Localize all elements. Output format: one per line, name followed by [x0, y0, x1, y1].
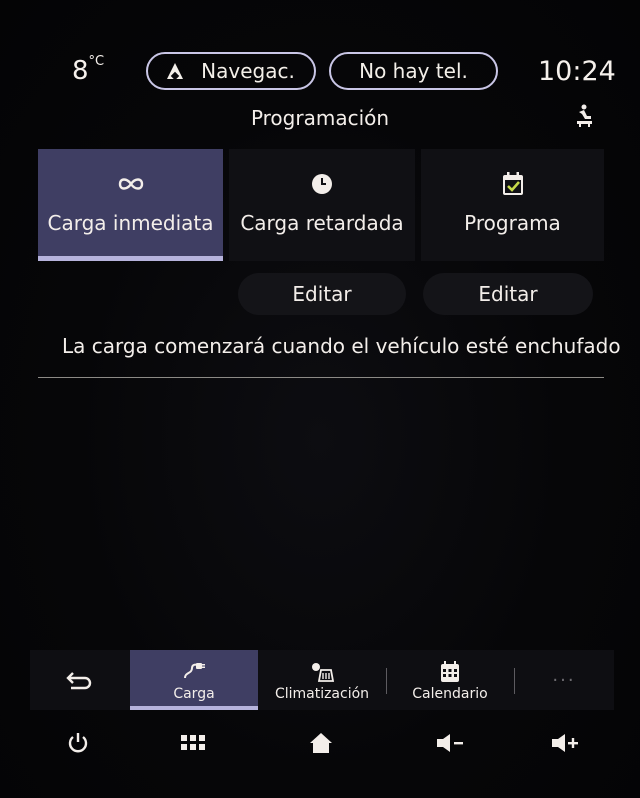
apps-grid-icon: [181, 735, 205, 750]
tab-separator: [386, 668, 387, 694]
mode-label: Programa: [464, 211, 561, 235]
power-button[interactable]: [58, 726, 98, 760]
power-icon: [68, 733, 88, 753]
volume-up-button[interactable]: [545, 726, 585, 760]
edit-carga-retardada-button[interactable]: Editar: [238, 273, 406, 315]
tab-carga[interactable]: Carga: [130, 650, 258, 710]
calendar-icon: [440, 661, 460, 683]
clock-icon: [310, 171, 334, 197]
page-title: Programación: [250, 106, 390, 130]
info-message: La carga comenzará cuando el vehículo es…: [62, 334, 621, 358]
more-icon: ···: [552, 669, 576, 691]
tab-label: Climatización: [274, 686, 370, 702]
back-button[interactable]: [30, 650, 128, 710]
tab-climatizacion[interactable]: Climatización: [258, 650, 386, 710]
tab-calendario[interactable]: Calendario: [386, 650, 514, 710]
volume-down-icon: [437, 734, 463, 752]
home-icon: [310, 733, 332, 753]
phone-status-label: No hay tel.: [359, 59, 468, 83]
phone-status-button[interactable]: No hay tel.: [329, 52, 498, 90]
driver-seat-icon[interactable]: [575, 104, 593, 128]
mode-carga-retardada[interactable]: Carga retardada: [229, 149, 415, 261]
apps-button[interactable]: [173, 726, 213, 760]
mode-label: Carga inmediata: [47, 211, 214, 235]
edit-programa-button[interactable]: Editar: [423, 273, 593, 315]
volume-up-icon: [552, 734, 578, 752]
clock: 10:24: [538, 56, 616, 87]
calendar-check-icon: [501, 171, 525, 197]
temperature-unit: °C: [88, 54, 105, 70]
back-arrow-icon: [66, 672, 92, 690]
volume-down-button[interactable]: [430, 726, 470, 760]
navigation-arrow-icon: [167, 63, 184, 79]
divider: [38, 377, 604, 378]
climate-icon: [309, 661, 335, 683]
charging-plug-icon: [182, 661, 206, 683]
more-options-button[interactable]: ···: [514, 650, 614, 710]
temperature-display: 8°C: [72, 54, 105, 86]
navigation-label: Navegac.: [201, 59, 295, 83]
mode-carga-inmediata[interactable]: Carga inmediata: [38, 149, 223, 261]
tab-label: Carga: [173, 686, 215, 702]
infinity-icon: [117, 171, 145, 197]
mode-programa[interactable]: Programa: [421, 149, 604, 261]
tab-label: Calendario: [412, 686, 488, 702]
mode-label: Carga retardada: [240, 211, 404, 235]
screen: 8°C Navegac. No hay tel. 10:24 Programac…: [0, 0, 640, 798]
home-button[interactable]: [301, 726, 341, 760]
navigation-button[interactable]: Navegac.: [146, 52, 316, 90]
